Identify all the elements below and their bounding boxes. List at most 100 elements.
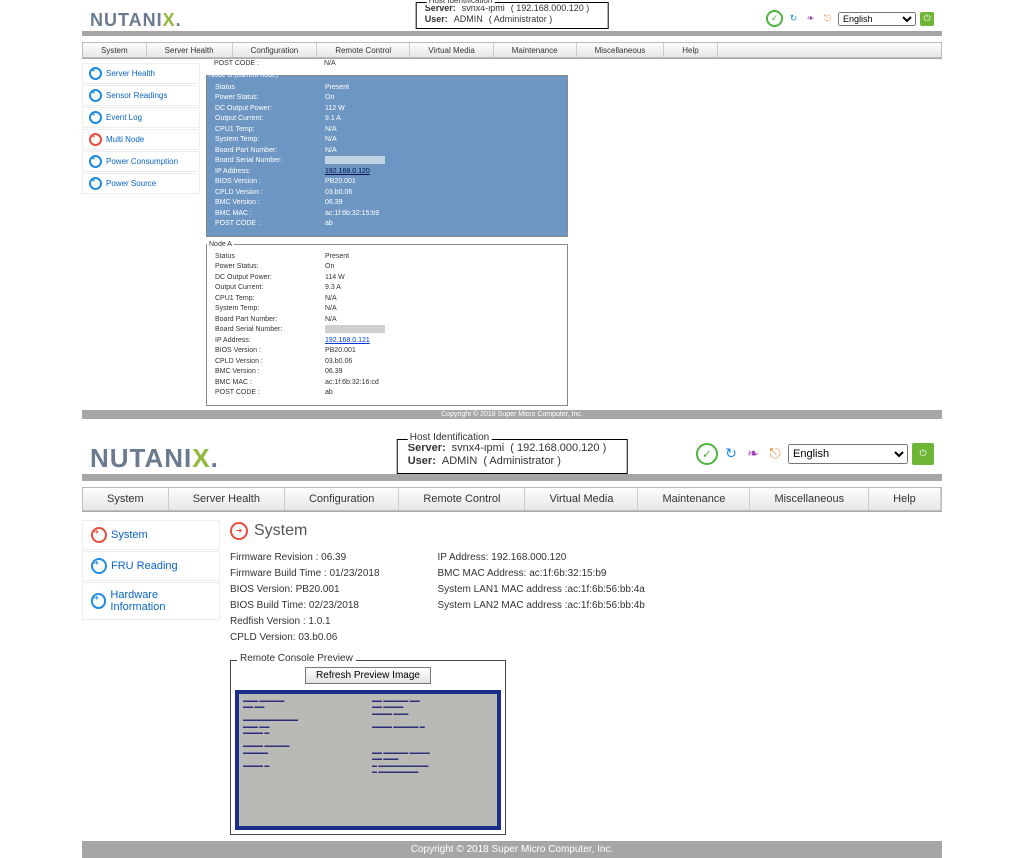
system-info: Firmware Revision : 06.39Firmware Build …: [230, 550, 932, 646]
sidebar-item-label: Server Health: [106, 69, 155, 78]
kv-value: 114 W: [325, 273, 567, 284]
kv-value: N/A: [325, 304, 567, 315]
sidebar-item-label: Power Source: [106, 179, 156, 188]
page-title-icon: ➜: [230, 522, 248, 540]
language-select[interactable]: English: [788, 444, 908, 464]
arrow-icon: [89, 67, 102, 80]
kv-value[interactable]: 192.168.0.120: [325, 167, 567, 178]
kv-value[interactable]: 192.168.0.121: [325, 336, 567, 347]
kv-row: System Temp:N/A: [207, 135, 567, 146]
header: NUTANIX. Host Identification Server:svnx…: [0, 0, 1024, 31]
menu-system[interactable]: System: [83, 43, 147, 57]
console-thumbnail-content: ▬▬▬ ▬▬▬▬▬▬▬ ▬▬▬▬▬▬▬▬▬▬▬▬▬▬▬▬ ▬▬▬▬▬▬ ▬▬▬▬…: [239, 694, 497, 826]
node-b-panel: Node B (current node) StatusPresentPower…: [206, 72, 568, 237]
menu-help[interactable]: Help: [869, 488, 941, 510]
menu-miscellaneous[interactable]: Miscellaneous: [750, 488, 869, 510]
sidebar-item-sensor-readings[interactable]: Sensor Readings: [82, 85, 200, 106]
sidebar-item-fru-reading[interactable]: FRU Reading: [82, 551, 220, 581]
kv-key: Status: [207, 252, 325, 263]
kv-value: On: [325, 93, 567, 104]
node-b-legend: Node B (current node): [207, 72, 280, 79]
arrow-icon: [89, 155, 102, 168]
menu-maintenance[interactable]: Maintenance: [494, 43, 577, 57]
menu-miscellaneous[interactable]: Miscellaneous: [577, 43, 665, 57]
kv-value: [325, 156, 567, 167]
refresh-preview-button[interactable]: Refresh Preview Image: [305, 667, 431, 684]
kv-value: ab: [325, 219, 567, 230]
kv-key: Board Serial Number:: [207, 156, 325, 167]
kv-row: BMC Version :06.39: [207, 198, 567, 209]
menu-server-health[interactable]: Server Health: [169, 488, 285, 510]
kv-value: 112 W: [325, 104, 567, 115]
kv-key: Board Part Number:: [207, 315, 325, 326]
menu-help[interactable]: Help: [664, 43, 717, 57]
kv-value: PB20.001: [325, 177, 567, 188]
sidebar-item-hardware-information[interactable]: Hardware Information: [82, 582, 220, 620]
ip-link[interactable]: 192.168.0.121: [325, 337, 370, 344]
kv-row: IP Address:192.168.0.120: [207, 167, 567, 178]
status-ok-icon[interactable]: ✓: [696, 443, 718, 465]
kv-value: N/A: [325, 125, 567, 136]
node-a-legend: Node A: [207, 241, 234, 248]
power-button[interactable]: ⏻: [920, 12, 934, 26]
kv-row: Power Status:On: [207, 93, 567, 104]
kv-row: CPLD Version :03.b0.06: [207, 188, 567, 199]
kv-value: N/A: [325, 146, 567, 157]
kv-row: POST CODE :ab: [207, 388, 567, 399]
host-identification: Host Identification Server:svnx4-ipmi( 1…: [416, 2, 609, 29]
menu-remote-control[interactable]: Remote Control: [399, 488, 525, 510]
arrow-icon: [91, 593, 106, 609]
menu-remote-control[interactable]: Remote Control: [317, 43, 410, 57]
info-line: CPLD Version: 03.b0.06: [230, 630, 380, 646]
kv-row: Output Current:9.3 A: [207, 283, 567, 294]
kv-row: DC Output Power:112 W: [207, 104, 567, 115]
sidebar: Server Health Sensor ReadingsEvent LogMul…: [82, 59, 200, 410]
leaf-icon[interactable]: ❧: [804, 12, 817, 25]
status-ok-icon[interactable]: ✓: [766, 10, 783, 27]
kv-row: CPU1 Temp:N/A: [207, 125, 567, 136]
menu-virtual-media[interactable]: Virtual Media: [525, 488, 638, 510]
ip-link[interactable]: 192.168.0.120: [325, 168, 370, 175]
host-legend: Host Identification: [408, 432, 492, 445]
brand-logo: NUTANIX.: [90, 443, 219, 474]
logout-icon[interactable]: ⎋: [821, 12, 834, 25]
kv-row: BMC MAC :ac:1f:6b:32:15:b9: [207, 209, 567, 220]
kv-row: Board Serial Number:: [207, 156, 567, 167]
leaf-icon[interactable]: ❧: [744, 445, 762, 463]
kv-row: Output Current:9.1 A: [207, 114, 567, 125]
menu-configuration[interactable]: Configuration: [233, 43, 318, 57]
sidebar-item-power-consumption[interactable]: Power Consumption: [82, 151, 200, 172]
sidebar-item-multi-node[interactable]: Multi Node: [82, 129, 200, 150]
refresh-icon[interactable]: ↻: [722, 445, 740, 463]
info-line: Firmware Revision : 06.39: [230, 550, 380, 566]
info-line: Firmware Build Time : 01/23/2018: [230, 566, 380, 582]
arrow-icon: [89, 89, 102, 102]
menu-system[interactable]: System: [83, 488, 169, 510]
main-menu: System Server Health Configuration Remot…: [82, 42, 942, 58]
sidebar-item-system[interactable]: System: [82, 520, 220, 550]
kv-value: ac:1f:6b:32:15:b9: [325, 209, 567, 220]
sidebar-item-event-log[interactable]: Event Log: [82, 107, 200, 128]
kv-value: 9.1 A: [325, 114, 567, 125]
language-select[interactable]: English: [838, 12, 916, 26]
kv-key: DC Output Power:: [207, 104, 325, 115]
info-line: BIOS Version: PB20.001: [230, 582, 380, 598]
node-a-panel: Node A StatusPresentPower Status:OnDC Ou…: [206, 241, 568, 406]
kv-key: BIOS Version :: [207, 346, 325, 357]
refresh-icon[interactable]: ↻: [787, 12, 800, 25]
logout-icon[interactable]: ⎋: [766, 445, 784, 463]
sidebar-item-server-health[interactable]: Server Health: [82, 63, 200, 84]
header: NUTANIX. Host Identification Server:svnx…: [0, 437, 1024, 474]
sidebar-item-power-source[interactable]: Power Source: [82, 173, 200, 194]
kv-row: Power Status:On: [207, 262, 567, 273]
info-line: BIOS Build Time: 02/23/2018: [230, 598, 380, 614]
menu-maintenance[interactable]: Maintenance: [638, 488, 750, 510]
kv-value: 06.39: [325, 367, 567, 378]
power-button[interactable]: ⏻: [912, 443, 934, 465]
console-thumbnail[interactable]: ▬▬▬ ▬▬▬▬▬▬▬ ▬▬▬▬▬▬▬▬▬▬▬▬▬▬▬▬ ▬▬▬▬▬▬ ▬▬▬▬…: [235, 690, 501, 830]
kv-key: Output Current:: [207, 114, 325, 125]
kv-key: System Temp:: [207, 304, 325, 315]
menu-configuration[interactable]: Configuration: [285, 488, 399, 510]
menu-server-health[interactable]: Server Health: [147, 43, 233, 57]
menu-virtual-media[interactable]: Virtual Media: [410, 43, 494, 57]
